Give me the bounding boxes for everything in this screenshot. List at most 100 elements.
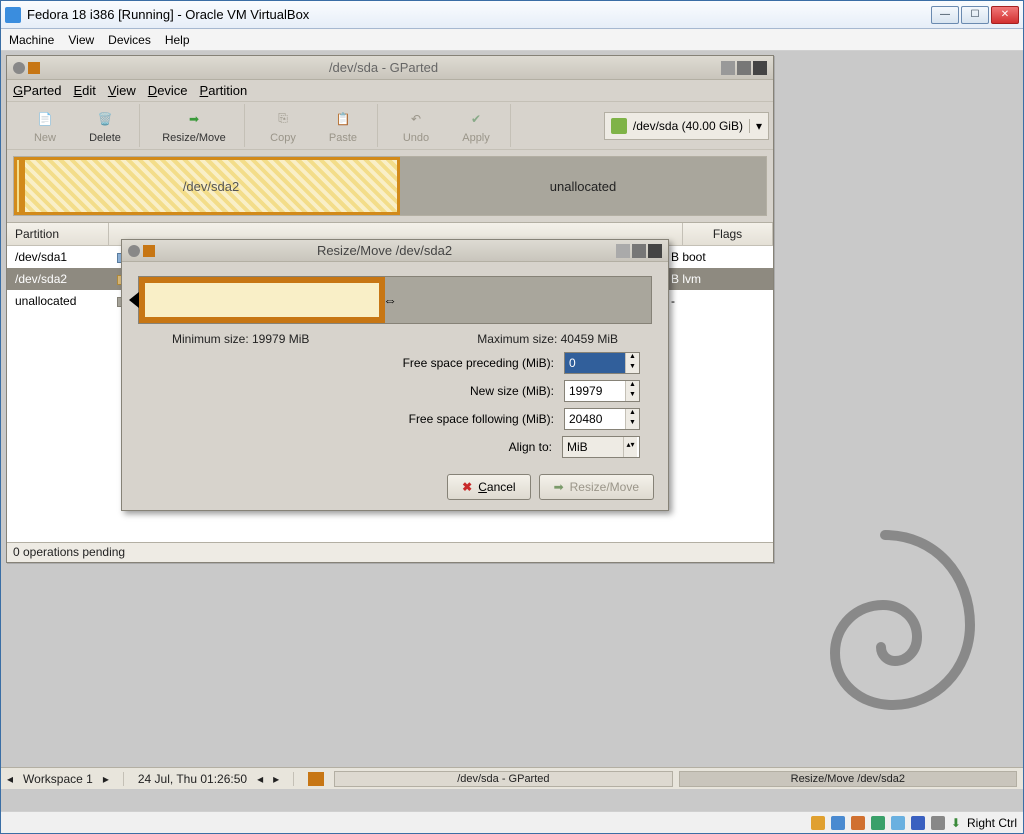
gparted-statusbar: 0 operations pending xyxy=(7,542,773,562)
vb-menu-help[interactable]: Help xyxy=(165,33,190,47)
chevron-down-icon[interactable]: ⬇ xyxy=(951,816,961,830)
vb-menu-view[interactable]: View xyxy=(68,33,94,47)
maximize-button[interactable]: ☐ xyxy=(961,6,989,24)
workspace-label[interactable]: Workspace 1 xyxy=(23,772,93,786)
chevron-down-icon[interactable]: ▼ xyxy=(626,419,639,429)
menu-view[interactable]: View xyxy=(108,83,136,98)
toolbar-delete-button[interactable]: 🗑️Delete xyxy=(77,105,133,147)
device-selector[interactable]: /dev/sda (40.00 GiB) ▾ xyxy=(604,112,769,140)
gparted-window-controls xyxy=(719,61,767,75)
toolbar-new-button[interactable]: 📄New xyxy=(17,105,73,147)
chevron-down-icon[interactable]: ▼ xyxy=(626,363,639,373)
gparted-titlebar-icons xyxy=(13,62,40,74)
chevron-down-icon[interactable]: ▼ xyxy=(626,391,639,401)
resize-move-button[interactable]: ➡ Resize/Move xyxy=(539,474,654,500)
menu-device[interactable]: Device xyxy=(148,83,188,98)
toolbar-undo-button[interactable]: ↶Undo xyxy=(388,105,444,147)
chevron-up-icon[interactable]: ▲ xyxy=(626,381,639,391)
spinner-buttons[interactable]: ▲▼ xyxy=(625,381,639,401)
taskbar-task-gparted[interactable]: /dev/sda - GParted xyxy=(334,771,672,787)
chevron-up-icon[interactable]: ▲ xyxy=(626,409,639,419)
gparted-taskbar-icon[interactable] xyxy=(308,772,324,786)
min-size-label: Minimum size: 19979 MiB xyxy=(172,332,309,346)
close-button[interactable]: ✕ xyxy=(991,6,1019,24)
new-icon: 📄 xyxy=(34,108,56,130)
app-icon xyxy=(13,62,25,74)
dialog-buttons: ✖ Cancel ➡ Resize/Move xyxy=(122,464,668,510)
usb-icon[interactable] xyxy=(871,816,885,830)
partition-bar-unallocated-label: unallocated xyxy=(550,179,617,194)
td-partition: /dev/sda2 xyxy=(7,272,109,286)
workspace-prev-icon[interactable]: ◂ xyxy=(7,772,13,786)
display-icon[interactable] xyxy=(911,816,925,830)
partition-bar-sda1[interactable] xyxy=(14,157,22,215)
close-button[interactable] xyxy=(753,61,767,75)
check-icon: ✔ xyxy=(465,108,487,130)
minimize-button[interactable] xyxy=(721,61,735,75)
vb-menubar: Machine View Devices Help xyxy=(1,29,1023,51)
resize-arrow-icon: ➡ xyxy=(183,108,205,130)
partition-bar[interactable]: /dev/sda2 unallocated xyxy=(13,156,767,216)
th-partition[interactable]: Partition xyxy=(7,223,109,245)
network-icon[interactable] xyxy=(851,816,865,830)
menu-edit[interactable]: Edit xyxy=(73,83,95,98)
resize-cursor-icon[interactable]: ⇔ xyxy=(383,292,397,308)
toolbar-copy-button[interactable]: ⎘Copy xyxy=(255,105,311,147)
shared-folder-icon[interactable] xyxy=(891,816,905,830)
minimize-button[interactable]: — xyxy=(931,6,959,24)
gparted-title: /dev/sda - GParted xyxy=(48,60,719,75)
hdd-icon[interactable] xyxy=(811,816,825,830)
slider-partition-region[interactable] xyxy=(139,277,385,323)
gparted-menubar: GParted Edit View Device Partition xyxy=(7,80,773,102)
slider-handle-left-icon[interactable] xyxy=(129,292,139,308)
partition-bar-sda2[interactable]: /dev/sda2 xyxy=(22,157,400,215)
resize-button-label: Resize/Move xyxy=(570,480,639,494)
spinner-buttons[interactable]: ▲▼ xyxy=(625,353,639,373)
vb-menu-machine[interactable]: Machine xyxy=(9,33,54,47)
th-flags[interactable]: Flags xyxy=(683,223,773,245)
toolbar-paste-button[interactable]: 📋Paste xyxy=(315,105,371,147)
spinner-buttons[interactable]: ▲▼ xyxy=(625,409,639,429)
menu-partition[interactable]: Partition xyxy=(200,83,248,98)
resize-slider[interactable]: ⇔ xyxy=(138,276,652,324)
mouse-icon[interactable] xyxy=(931,816,945,830)
minimize-button[interactable] xyxy=(616,244,630,258)
taskbar-datetime[interactable]: 24 Jul, Thu 01:26:50 xyxy=(138,772,247,786)
menu-gparted[interactable]: GParted xyxy=(13,83,61,98)
taskbar-task-resize[interactable]: Resize/Move /dev/sda2 xyxy=(679,771,1017,787)
input-following[interactable] xyxy=(565,409,625,429)
dropdown-arrows[interactable]: ▴▾ xyxy=(623,437,637,457)
gparted-titlebar[interactable]: /dev/sda - GParted xyxy=(7,56,773,80)
vb-menu-devices[interactable]: Devices xyxy=(108,33,151,47)
dialog-titlebar-icons xyxy=(128,245,155,257)
label-new-size: New size (MiB): xyxy=(150,384,554,398)
toolbar-apply-button[interactable]: ✔Apply xyxy=(448,105,504,147)
arrow-left-icon[interactable]: ◂ xyxy=(257,772,263,786)
workspace-next-icon[interactable]: ▸ xyxy=(103,772,109,786)
resize-move-dialog: Resize/Move /dev/sda2 ⇔ Minimum size: 19… xyxy=(121,239,669,511)
chevron-up-icon[interactable]: ▲ xyxy=(626,353,639,363)
paste-icon: 📋 xyxy=(332,108,354,130)
input-align[interactable] xyxy=(563,437,623,457)
min-max-labels: Minimum size: 19979 MiB Maximum size: 40… xyxy=(122,332,668,346)
input-new-size[interactable] xyxy=(565,381,625,401)
gparted-toolbar: 📄New 🗑️Delete ➡Resize/Move ⎘Copy 📋Paste … xyxy=(7,102,773,150)
dialog-titlebar[interactable]: Resize/Move /dev/sda2 xyxy=(122,240,668,262)
arrow-right-icon[interactable]: ▸ xyxy=(273,772,279,786)
maximize-button[interactable] xyxy=(737,61,751,75)
close-button[interactable] xyxy=(648,244,662,258)
cancel-x-icon: ✖ xyxy=(462,480,472,494)
disk-icon xyxy=(611,118,627,134)
select-align[interactable]: ▴▾ xyxy=(562,436,640,458)
partition-bar-unallocated[interactable]: unallocated xyxy=(400,157,766,215)
toolbar-resize-button[interactable]: ➡Resize/Move xyxy=(150,105,238,147)
status-text: 0 operations pending xyxy=(13,545,125,559)
cancel-button[interactable]: ✖ Cancel xyxy=(447,474,530,500)
vb-statusbar: ⬇ Right Ctrl xyxy=(1,811,1023,833)
optical-icon[interactable] xyxy=(831,816,845,830)
vb-status-icons: ⬇ Right Ctrl xyxy=(811,816,1017,830)
maximize-button[interactable] xyxy=(632,244,646,258)
input-preceding[interactable] xyxy=(565,353,625,373)
vb-titlebar[interactable]: Fedora 18 i386 [Running] - Oracle VM Vir… xyxy=(1,1,1023,29)
app-icon xyxy=(143,245,155,257)
